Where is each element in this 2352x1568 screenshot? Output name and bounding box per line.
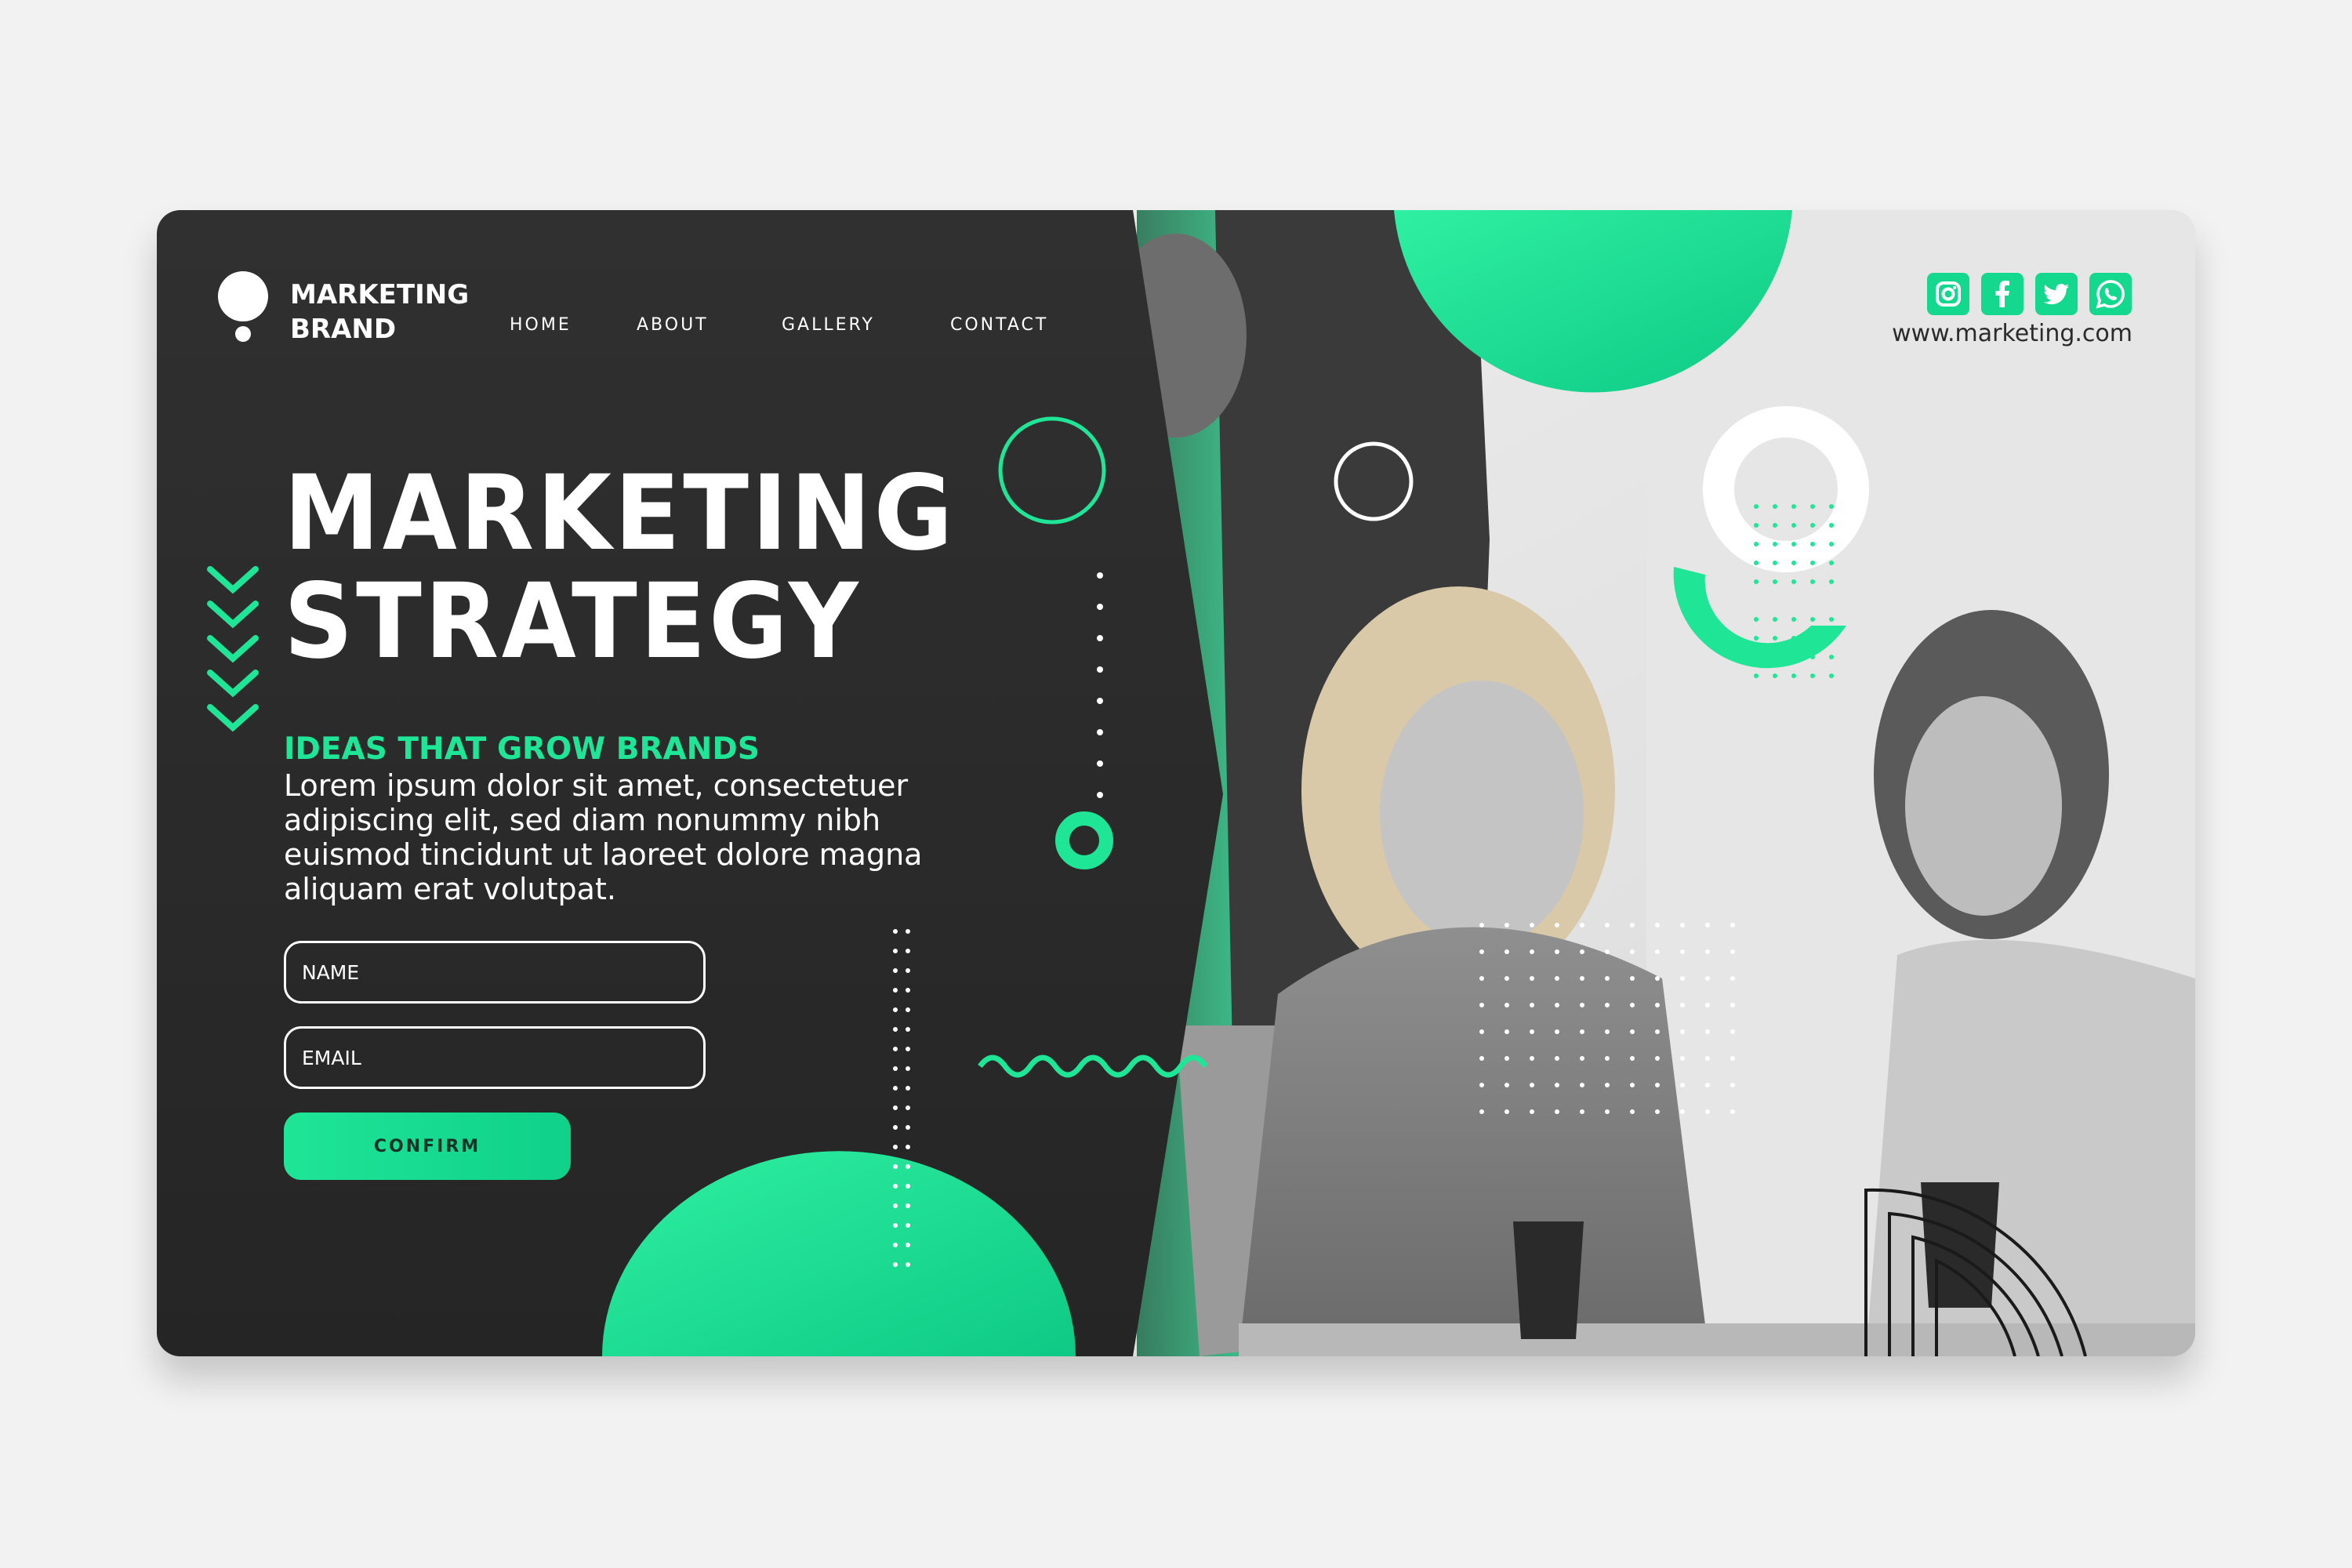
whatsapp-icon[interactable] <box>2089 273 2132 315</box>
landing-card: MARKETING BRAND HOME ABOUT GALLERY CONTA… <box>157 210 2195 1356</box>
twitter-icon[interactable] <box>2035 273 2078 315</box>
hero-title-line-1: MARKETING <box>284 453 956 574</box>
instagram-icon[interactable] <box>1927 273 1969 315</box>
site-url[interactable]: www.marketing.com <box>1892 320 2132 347</box>
brand-logo-icon[interactable] <box>218 271 281 342</box>
facebook-icon[interactable] <box>1981 273 2024 315</box>
hero-title: MARKETING STRATEGY <box>284 459 1007 676</box>
chevron-down-icon <box>207 566 259 732</box>
nav-gallery[interactable]: GALLERY <box>782 315 875 335</box>
confirm-button[interactable]: CONFIRM <box>284 1112 571 1180</box>
nav-about[interactable]: ABOUT <box>637 315 709 335</box>
nav-home[interactable]: HOME <box>510 315 572 335</box>
name-field[interactable] <box>284 941 706 1004</box>
hero-subtitle: IDEAS THAT GROW BRANDS <box>284 731 760 767</box>
brand-line-1: MARKETING <box>290 279 470 310</box>
brand-name[interactable]: MARKETING BRAND <box>290 278 469 347</box>
brand-line-2: BRAND <box>290 314 397 345</box>
hero-body-text: Lorem ipsum dolor sit amet, consectetuer… <box>284 768 923 906</box>
hero-title-line-2: STRATEGY <box>284 561 862 682</box>
email-field[interactable] <box>284 1026 706 1089</box>
nav-contact[interactable]: CONTACT <box>950 315 1048 335</box>
